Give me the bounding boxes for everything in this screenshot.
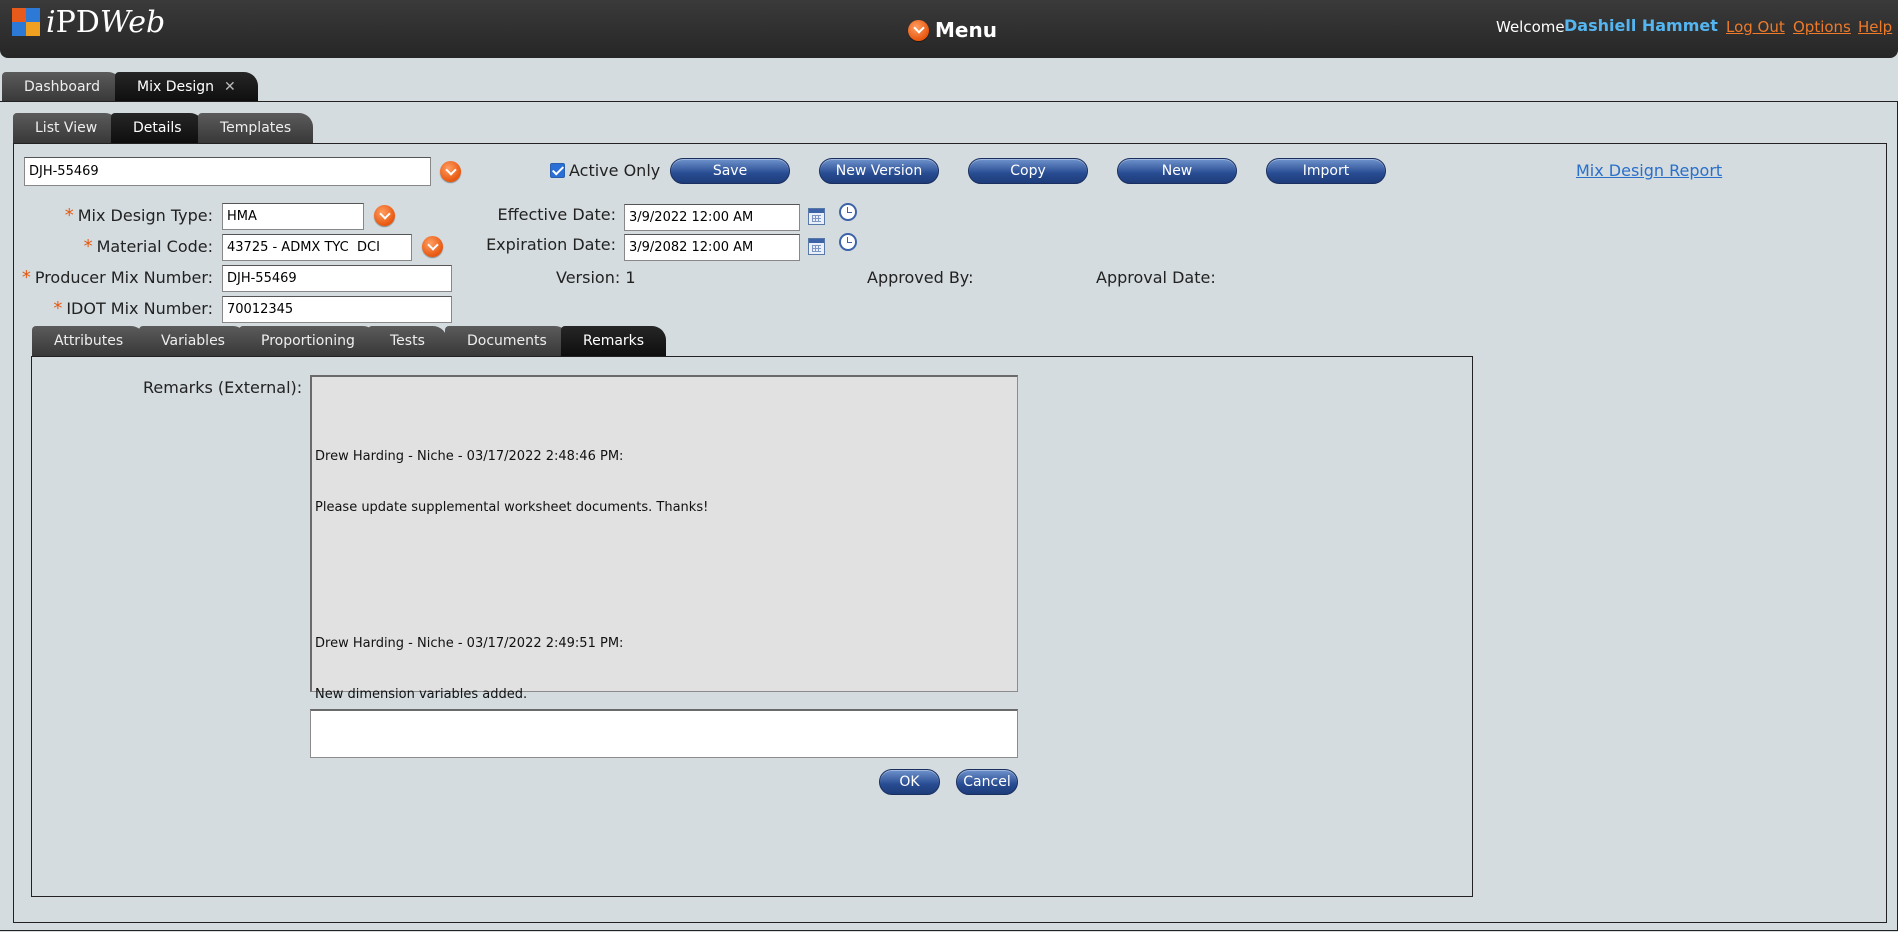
top-bar: iPDWeb Menu Welcome Dashiell Hammet Log … bbox=[0, 0, 1898, 58]
producer-mix-number-field[interactable] bbox=[222, 265, 452, 292]
effective-date-label: Effective Date: bbox=[497, 205, 616, 224]
close-icon[interactable]: ✕ bbox=[224, 79, 236, 95]
mix-design-report-link[interactable]: Mix Design Report bbox=[1576, 161, 1722, 180]
tab-templates[interactable]: Templates bbox=[198, 113, 314, 143]
calendar-icon[interactable] bbox=[808, 238, 825, 255]
expiration-date-label: Expiration Date: bbox=[486, 235, 616, 254]
effective-date-field[interactable] bbox=[624, 204, 800, 231]
clock-icon[interactable] bbox=[839, 203, 857, 221]
idot-mix-number-label: * IDOT Mix Number: bbox=[53, 298, 213, 319]
approved-by-label: Approved By: bbox=[867, 268, 974, 287]
tab-dashboard[interactable]: Dashboard bbox=[2, 72, 122, 102]
expiration-date-field[interactable] bbox=[624, 234, 800, 261]
tab-details[interactable]: Details bbox=[111, 113, 204, 143]
new-remark-input[interactable] bbox=[310, 709, 1018, 758]
required-marker: * bbox=[53, 298, 63, 319]
tab-documents[interactable]: Documents bbox=[445, 326, 569, 356]
logo-text: iPDWeb bbox=[46, 5, 166, 40]
remark-text: New dimension variables added. bbox=[315, 687, 528, 702]
menu-button[interactable]: Menu bbox=[908, 18, 997, 42]
import-button[interactable]: Import bbox=[1266, 158, 1386, 184]
tab-proportioning[interactable]: Proportioning bbox=[239, 326, 377, 356]
cancel-button[interactable]: Cancel bbox=[956, 769, 1018, 795]
puzzle-logo-icon bbox=[12, 8, 42, 38]
logout-link[interactable]: Log Out bbox=[1726, 18, 1785, 36]
copy-button[interactable]: Copy bbox=[968, 158, 1088, 184]
ok-button[interactable]: OK bbox=[879, 769, 940, 795]
menu-label: Menu bbox=[935, 18, 997, 42]
new-version-button[interactable]: New Version bbox=[819, 158, 939, 184]
required-marker: * bbox=[83, 236, 93, 257]
material-code-label: * Material Code: bbox=[83, 236, 213, 257]
material-code-field[interactable] bbox=[222, 234, 412, 261]
remark-header: Drew Harding - Niche - 03/17/2022 2:49:5… bbox=[315, 636, 624, 651]
tab-mix-design[interactable]: Mix Design ✕ bbox=[115, 72, 258, 102]
remark-entry: Drew Harding - Niche - 03/17/2022 2:48:4… bbox=[315, 414, 1014, 550]
mix-design-type-field[interactable] bbox=[222, 203, 364, 230]
remark-header: Drew Harding - Niche - 03/17/2022 2:48:4… bbox=[315, 449, 624, 464]
remarks-history[interactable]: Drew Harding - Niche - 03/17/2022 2:48:4… bbox=[310, 375, 1018, 702]
new-button[interactable]: New bbox=[1117, 158, 1237, 184]
material-code-dropdown-icon[interactable] bbox=[422, 236, 443, 257]
calendar-icon[interactable] bbox=[808, 208, 825, 225]
version-value: 1 bbox=[625, 268, 636, 287]
idot-mix-number-field[interactable] bbox=[222, 296, 452, 323]
required-marker: * bbox=[64, 205, 74, 226]
producer-mix-number-label: * Producer Mix Number: bbox=[21, 267, 213, 288]
search-dropdown-icon[interactable] bbox=[440, 161, 461, 182]
options-link[interactable]: Options bbox=[1793, 18, 1851, 36]
chevron-down-icon bbox=[908, 19, 929, 41]
mix-design-search-input[interactable] bbox=[24, 157, 431, 186]
clock-icon[interactable] bbox=[839, 233, 857, 251]
app-logo[interactable]: iPDWeb bbox=[12, 8, 165, 38]
mix-design-type-dropdown-icon[interactable] bbox=[374, 205, 395, 226]
user-name: Dashiell Hammet bbox=[1564, 16, 1718, 35]
tab-remarks[interactable]: Remarks bbox=[561, 326, 667, 356]
active-only-checkbox[interactable] bbox=[550, 163, 565, 178]
save-button[interactable]: Save bbox=[670, 158, 790, 184]
mix-design-type-label: * Mix Design Type: bbox=[64, 205, 213, 226]
tab-attributes[interactable]: Attributes bbox=[32, 326, 146, 356]
tab-variables[interactable]: Variables bbox=[139, 326, 247, 356]
tab-list-view[interactable]: List View bbox=[13, 113, 120, 143]
version-info: Version: 1 bbox=[556, 268, 636, 287]
tab-tests[interactable]: Tests bbox=[368, 326, 447, 356]
remark-text: Please update supplemental worksheet doc… bbox=[315, 500, 709, 515]
remarks-external-label: Remarks (External): bbox=[143, 378, 303, 397]
required-marker: * bbox=[21, 267, 31, 288]
approval-date-label: Approval Date: bbox=[1096, 268, 1216, 287]
help-link[interactable]: Help bbox=[1858, 18, 1892, 36]
welcome-label: Welcome bbox=[1496, 18, 1565, 36]
active-only-label: Active Only bbox=[569, 161, 661, 180]
